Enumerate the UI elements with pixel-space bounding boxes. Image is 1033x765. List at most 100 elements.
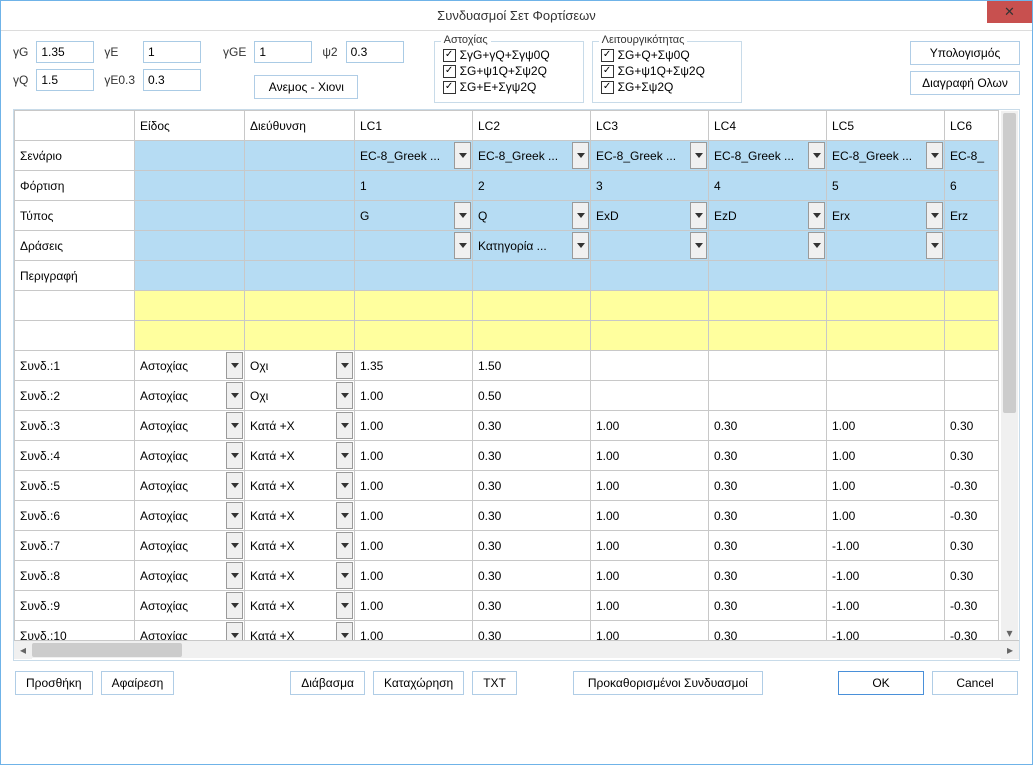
typos-lc6[interactable]: Erz bbox=[945, 201, 999, 231]
astochias-chk2[interactable]: ✓ΣG+ψ1Q+Σψ2Q bbox=[443, 64, 575, 78]
combo-lc5-1[interactable] bbox=[827, 381, 945, 411]
perigrafi-lc3[interactable] bbox=[591, 261, 709, 291]
combo-lc2-7[interactable]: 0.30 bbox=[473, 561, 591, 591]
dropdown-icon[interactable] bbox=[226, 592, 243, 619]
dropdown-icon[interactable] bbox=[336, 412, 353, 439]
combo-lc5-3[interactable]: 1.00 bbox=[827, 441, 945, 471]
combo-lc6-8[interactable]: -0.30 bbox=[945, 591, 999, 621]
combo-lc5-5[interactable]: 1.00 bbox=[827, 501, 945, 531]
combo-lc1-4[interactable]: 1.00 bbox=[355, 471, 473, 501]
combo-dir-3[interactable]: Κατά +X bbox=[245, 441, 355, 471]
dropdown-icon[interactable] bbox=[226, 442, 243, 469]
add-button[interactable]: Προσθήκη bbox=[15, 671, 93, 695]
scroll-right-icon[interactable]: ▸ bbox=[1001, 641, 1019, 659]
dropdown-icon[interactable] bbox=[690, 142, 707, 169]
typos-lc4[interactable]: EzD bbox=[709, 201, 827, 231]
dropdown-icon[interactable] bbox=[336, 502, 353, 529]
combo-lc3-2[interactable]: 1.00 bbox=[591, 411, 709, 441]
combo-eidos-6[interactable]: Αστοχίας bbox=[135, 531, 245, 561]
combo-eidos-0[interactable]: Αστοχίας bbox=[135, 351, 245, 381]
dropdown-icon[interactable] bbox=[808, 202, 825, 229]
header-lc5[interactable]: LC5 bbox=[827, 111, 945, 141]
combo-eidos-7[interactable]: Αστοχίας bbox=[135, 561, 245, 591]
combo-lc4-8[interactable]: 0.30 bbox=[709, 591, 827, 621]
combo-lc2-0[interactable]: 1.50 bbox=[473, 351, 591, 381]
dropdown-icon[interactable] bbox=[226, 532, 243, 559]
combo-lc6-6[interactable]: 0.30 bbox=[945, 531, 999, 561]
dropdown-icon[interactable] bbox=[336, 532, 353, 559]
combo-eidos-1[interactable]: Αστοχίας bbox=[135, 381, 245, 411]
gG-input[interactable] bbox=[36, 41, 94, 63]
dropdown-icon[interactable] bbox=[226, 412, 243, 439]
wind-snow-button[interactable]: Ανεμος - Χιονι bbox=[254, 75, 358, 99]
combo-lc3-6[interactable]: 1.00 bbox=[591, 531, 709, 561]
ok-button[interactable]: OK bbox=[838, 671, 924, 695]
header-lc4[interactable]: LC4 bbox=[709, 111, 827, 141]
leitourg-chk2[interactable]: ✓ΣG+ψ1Q+Σψ2Q bbox=[601, 64, 733, 78]
dropdown-icon[interactable] bbox=[690, 202, 707, 229]
dropdown-icon[interactable] bbox=[336, 442, 353, 469]
combo-lc3-1[interactable] bbox=[591, 381, 709, 411]
combo-lc2-2[interactable]: 0.30 bbox=[473, 411, 591, 441]
combo-lc3-5[interactable]: 1.00 bbox=[591, 501, 709, 531]
dropdown-icon[interactable] bbox=[336, 472, 353, 499]
scenario-lc2[interactable]: EC-8_Greek ... bbox=[473, 141, 591, 171]
cancel-button[interactable]: Cancel bbox=[932, 671, 1018, 695]
combo-lc1-9[interactable]: 1.00 bbox=[355, 621, 473, 641]
combo-lc4-1[interactable] bbox=[709, 381, 827, 411]
dropdown-icon[interactable] bbox=[926, 232, 943, 259]
typos-lc3[interactable]: ExD bbox=[591, 201, 709, 231]
perigrafi-lc6[interactable] bbox=[945, 261, 999, 291]
combo-eidos-4[interactable]: Αστοχίας bbox=[135, 471, 245, 501]
gE-input[interactable] bbox=[143, 41, 201, 63]
scenario-lc6[interactable]: EC-8_ bbox=[945, 141, 999, 171]
close-button[interactable]: ✕ bbox=[987, 1, 1032, 23]
dropdown-icon[interactable] bbox=[572, 232, 589, 259]
perigrafi-lc2[interactable] bbox=[473, 261, 591, 291]
combo-lc1-8[interactable]: 1.00 bbox=[355, 591, 473, 621]
txt-button[interactable]: TXT bbox=[472, 671, 517, 695]
combo-lc3-9[interactable]: 1.00 bbox=[591, 621, 709, 641]
combo-lc3-4[interactable]: 1.00 bbox=[591, 471, 709, 501]
combo-lc4-4[interactable]: 0.30 bbox=[709, 471, 827, 501]
combo-lc5-2[interactable]: 1.00 bbox=[827, 411, 945, 441]
combo-dir-7[interactable]: Κατά +X bbox=[245, 561, 355, 591]
combo-lc6-5[interactable]: -0.30 bbox=[945, 501, 999, 531]
fortisi-lc2[interactable]: 2 bbox=[473, 171, 591, 201]
scroll-down-icon[interactable]: ▾ bbox=[1001, 624, 1018, 641]
scroll-left-icon[interactable]: ◂ bbox=[14, 641, 32, 659]
vertical-scrollbar[interactable]: ▴ ▾ bbox=[1001, 111, 1018, 641]
dropdown-icon[interactable] bbox=[336, 352, 353, 379]
combo-lc4-6[interactable]: 0.30 bbox=[709, 531, 827, 561]
perigrafi-lc4[interactable] bbox=[709, 261, 827, 291]
fortisi-lc3[interactable]: 3 bbox=[591, 171, 709, 201]
combo-dir-5[interactable]: Κατά +X bbox=[245, 501, 355, 531]
combo-eidos-2[interactable]: Αστοχίας bbox=[135, 411, 245, 441]
combo-eidos-5[interactable]: Αστοχίας bbox=[135, 501, 245, 531]
combo-lc6-1[interactable] bbox=[945, 381, 999, 411]
dropdown-icon[interactable] bbox=[226, 502, 243, 529]
dropdown-icon[interactable] bbox=[808, 142, 825, 169]
combo-lc2-4[interactable]: 0.30 bbox=[473, 471, 591, 501]
combo-lc1-1[interactable]: 1.00 bbox=[355, 381, 473, 411]
combo-dir-0[interactable]: Οχι bbox=[245, 351, 355, 381]
combo-eidos-8[interactable]: Αστοχίας bbox=[135, 591, 245, 621]
scenario-lc3[interactable]: EC-8_Greek ... bbox=[591, 141, 709, 171]
dropdown-icon[interactable] bbox=[572, 202, 589, 229]
hscroll-thumb[interactable] bbox=[32, 643, 182, 657]
combo-lc2-9[interactable]: 0.30 bbox=[473, 621, 591, 641]
combo-dir-2[interactable]: Κατά +X bbox=[245, 411, 355, 441]
save-button[interactable]: Καταχώρηση bbox=[373, 671, 464, 695]
combo-lc1-5[interactable]: 1.00 bbox=[355, 501, 473, 531]
combo-lc4-9[interactable]: 0.30 bbox=[709, 621, 827, 641]
combo-lc1-3[interactable]: 1.00 bbox=[355, 441, 473, 471]
draseis-lc6[interactable] bbox=[945, 231, 999, 261]
combo-dir-6[interactable]: Κατά +X bbox=[245, 531, 355, 561]
combo-lc1-2[interactable]: 1.00 bbox=[355, 411, 473, 441]
dropdown-icon[interactable] bbox=[226, 352, 243, 379]
delete-all-button[interactable]: Διαγραφή Ολων bbox=[910, 71, 1020, 95]
astochias-chk1[interactable]: ✓ΣγG+γQ+Σγψ0Q bbox=[443, 48, 575, 62]
remove-button[interactable]: Αφαίρεση bbox=[101, 671, 175, 695]
scenario-lc1[interactable]: EC-8_Greek ... bbox=[355, 141, 473, 171]
dropdown-icon[interactable] bbox=[226, 622, 243, 640]
